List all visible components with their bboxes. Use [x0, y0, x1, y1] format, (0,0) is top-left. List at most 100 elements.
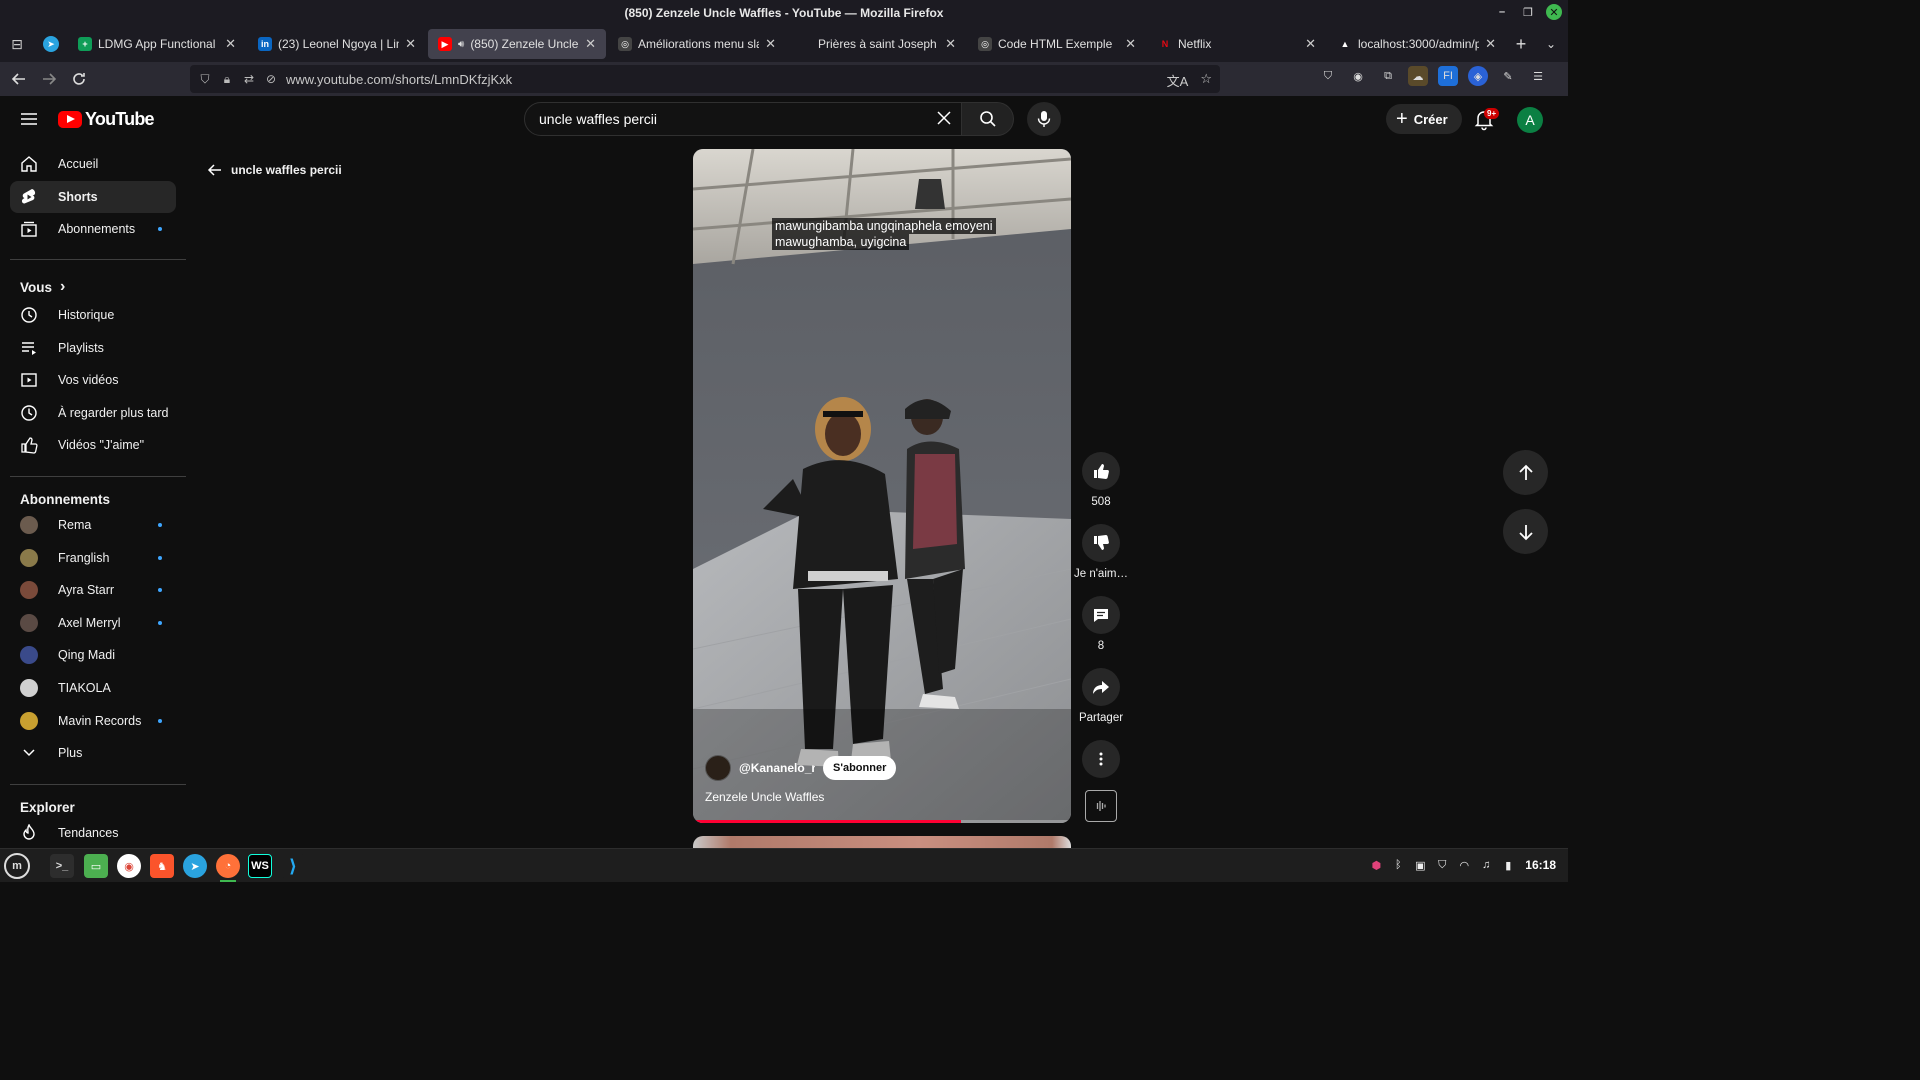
browser-tab[interactable]: + LDMG App Functional Doc ✕: [68, 29, 246, 59]
account-avatar[interactable]: A: [1517, 107, 1543, 133]
video-progress-bar[interactable]: [693, 820, 1071, 823]
url-text[interactable]: www.youtube.com/shorts/LmnDKfzjKxk: [286, 72, 512, 87]
you-section-heading[interactable]: Vous ›: [20, 278, 65, 296]
subscribe-button[interactable]: S'abonner: [823, 756, 897, 780]
account-icon[interactable]: ◉: [1348, 66, 1368, 86]
subscription-item[interactable]: Mavin Records: [10, 705, 176, 737]
battery-icon[interactable]: ▮: [1501, 857, 1515, 873]
close-tab-icon[interactable]: ✕: [585, 36, 596, 52]
minimize-icon[interactable]: –: [1494, 4, 1510, 20]
new-tab-button[interactable]: +: [1506, 34, 1536, 55]
tab-overview-icon[interactable]: ⊟: [0, 26, 34, 62]
shield-icon[interactable]: ⛉: [198, 72, 212, 87]
audio-playing-icon[interactable]: 🔊︎: [458, 39, 464, 50]
show-more-subscriptions[interactable]: Plus: [10, 737, 176, 769]
translate-icon[interactable]: 文A: [1167, 71, 1189, 90]
chrome-icon[interactable]: ◉: [117, 854, 141, 878]
firefox-icon[interactable]: ◔: [216, 854, 240, 878]
close-tab-icon[interactable]: ✕: [945, 36, 956, 52]
clock[interactable]: 16:18: [1525, 858, 1556, 872]
subscription-item[interactable]: Franglish: [10, 542, 176, 574]
close-tab-icon[interactable]: ✕: [1305, 36, 1316, 52]
extension-fi-icon[interactable]: FI: [1438, 66, 1458, 86]
sidebar-item-you[interactable]: Playlists: [10, 332, 176, 364]
voice-search-button[interactable]: [1027, 102, 1061, 136]
telegram-icon[interactable]: ➤: [183, 854, 207, 878]
sidebar-item-abonnements[interactable]: Abonnements: [10, 213, 176, 245]
sidebar-item-trending[interactable]: Tendances: [10, 817, 176, 848]
share-button[interactable]: [1082, 668, 1120, 706]
more-options-button[interactable]: [1082, 740, 1120, 778]
close-tab-icon[interactable]: ✕: [1125, 36, 1136, 52]
video-title[interactable]: Zenzele Uncle Waffles: [705, 790, 824, 804]
extension-pen-icon[interactable]: ✎: [1498, 66, 1518, 86]
system-menu-icon[interactable]: m: [4, 853, 30, 879]
comments-button[interactable]: [1082, 596, 1120, 634]
terminal-icon[interactable]: >_: [50, 854, 74, 878]
browser-tab[interactable]: ◎ Code HTML Exemple ✕: [968, 29, 1146, 59]
close-tab-icon[interactable]: ✕: [765, 36, 776, 52]
lock-icon[interactable]: 🔒︎: [220, 72, 234, 87]
like-button[interactable]: [1082, 452, 1120, 490]
browser-tab[interactable]: ◎ Améliorations menu slash ✕: [608, 29, 786, 59]
youtube-logo[interactable]: YouTube: [58, 109, 155, 130]
close-window-icon[interactable]: ✕: [1546, 4, 1562, 20]
bluetooth-icon[interactable]: ᛒ: [1391, 857, 1405, 873]
subscription-item[interactable]: Axel Merryl: [10, 607, 176, 639]
music-note-icon[interactable]: ♫: [1479, 857, 1493, 873]
clear-search-icon[interactable]: [935, 109, 953, 132]
extension-badge-icon[interactable]: ☁: [1408, 66, 1428, 86]
permissions-icon[interactable]: ⇄: [242, 72, 256, 86]
search-box[interactable]: [524, 102, 962, 136]
tab-list-chevron-icon[interactable]: ⌄: [1536, 37, 1566, 51]
subscription-item[interactable]: Ayra Starr: [10, 574, 176, 606]
sound-audio-button[interactable]: [1085, 790, 1117, 822]
clipboard-icon[interactable]: ▣: [1413, 857, 1427, 873]
color-picker-icon[interactable]: ⬢: [1369, 857, 1383, 873]
extension-blue-icon[interactable]: ◈: [1468, 66, 1488, 86]
pocket-icon[interactable]: ⛉: [1318, 66, 1338, 86]
previous-short-button[interactable]: [1503, 450, 1548, 495]
maximize-icon[interactable]: ❐: [1520, 4, 1536, 20]
browser-tab[interactable]: ▶ 🔊︎ (850) Zenzele Uncle Wa ✕: [428, 29, 606, 59]
channel-name[interactable]: @Kananelo_n_: [739, 761, 815, 775]
security-shield-icon[interactable]: ⛉: [1435, 857, 1449, 873]
brave-icon[interactable]: ♞: [150, 854, 174, 878]
sidebar-item-you[interactable]: Vos vidéos: [10, 364, 176, 396]
browser-tab[interactable]: ▲ localhost:3000/admin/per ✕: [1328, 29, 1506, 59]
files-icon[interactable]: ▭: [84, 854, 108, 878]
browser-tab[interactable]: Prières à saint Joseph - Pri ✕: [788, 29, 966, 59]
subscription-item[interactable]: Rema: [10, 509, 176, 541]
bookmark-star-icon[interactable]: ☆: [1200, 71, 1212, 90]
subscription-item[interactable]: TIAKOLA: [10, 672, 176, 704]
subscription-item[interactable]: Qing Madi: [10, 639, 176, 671]
sidebar-item-accueil[interactable]: Accueil: [10, 148, 176, 180]
app-menu-icon[interactable]: ☰: [1528, 66, 1548, 86]
search-input[interactable]: [539, 111, 919, 127]
address-bar[interactable]: ⛉ 🔒︎ ⇄ ⊘ www.youtube.com/shorts/LmnDKfzj…: [190, 65, 1220, 93]
back-arrow-icon[interactable]: [4, 64, 34, 94]
pinned-telegram-tab[interactable]: ➤: [34, 26, 68, 62]
shorts-video-player[interactable]: mawungibamba ungqinaphela emoyeni mawugh…: [693, 149, 1071, 823]
sidebar-item-you[interactable]: Historique: [10, 299, 176, 331]
close-tab-icon[interactable]: ✕: [225, 36, 236, 52]
autoplay-blocked-icon[interactable]: ⊘: [264, 72, 278, 86]
sidebar-item-you[interactable]: Vidéos "J'aime": [10, 429, 176, 461]
channel-avatar[interactable]: [705, 755, 731, 781]
browser-tab[interactable]: in (23) Leonel Ngoya | Linked ✕: [248, 29, 426, 59]
sidebar-item-shorts[interactable]: Shorts: [10, 180, 176, 213]
create-button[interactable]: + Créer: [1386, 104, 1462, 134]
wifi-icon[interactable]: ◠: [1457, 857, 1471, 873]
vscode-icon[interactable]: ⟩: [281, 854, 305, 878]
forward-arrow-icon[interactable]: [34, 64, 64, 94]
close-tab-icon[interactable]: ✕: [405, 36, 416, 52]
search-button[interactable]: [962, 102, 1014, 136]
reload-icon[interactable]: [64, 64, 94, 94]
sidebar-item-you[interactable]: À regarder plus tard: [10, 397, 176, 429]
back-to-search-link[interactable]: uncle waffles percii: [207, 162, 342, 178]
guide-menu-icon[interactable]: [18, 108, 40, 130]
next-short-button[interactable]: [1503, 509, 1548, 554]
webstorm-icon[interactable]: WS: [248, 854, 272, 878]
browser-tab[interactable]: N Netflix ✕: [1148, 29, 1326, 59]
dislike-button[interactable]: [1082, 524, 1120, 562]
